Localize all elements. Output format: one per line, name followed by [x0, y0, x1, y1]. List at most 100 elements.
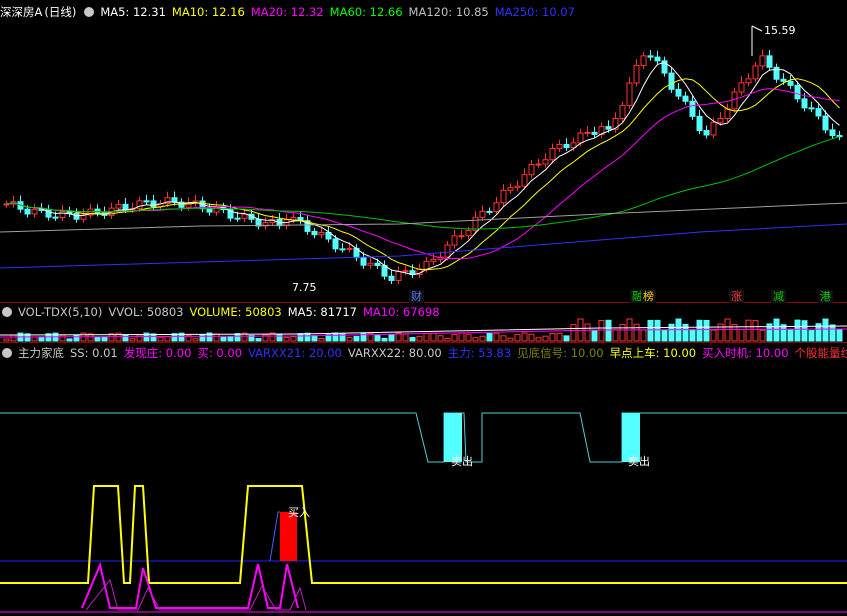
volume-bar: [493, 332, 500, 342]
volume-bar: [647, 319, 654, 342]
volume-bar: [556, 332, 563, 342]
candle-body: [31, 208, 38, 215]
indicator-legend-item-6: 主力: 53.83: [447, 346, 512, 360]
candle-body: [577, 132, 584, 144]
indicator-legend-item-3: 买: 0.00: [197, 346, 243, 360]
volume-bar: [703, 319, 710, 342]
candle-body: [59, 210, 66, 219]
volume-bar: [745, 319, 752, 342]
gear-icon[interactable]: [2, 348, 12, 358]
candle-body: [591, 131, 598, 135]
candle-body: [724, 108, 731, 119]
ma-line-60: [6, 136, 840, 230]
candle-body: [745, 78, 752, 84]
candle-body: [465, 229, 472, 237]
candle-body: [766, 55, 773, 68]
volume-bar: [73, 334, 80, 342]
volume-bar: [633, 323, 640, 342]
candle-body: [52, 216, 59, 219]
volume-bar: [549, 332, 556, 342]
candle-body: [458, 235, 465, 238]
volume-bar: [570, 324, 577, 342]
candle-body: [815, 108, 822, 117]
candle-body: [339, 248, 346, 251]
volume-bar: [619, 323, 626, 342]
candle-body: [486, 210, 493, 213]
volume-bar: [283, 336, 290, 342]
volume-bar: [94, 336, 101, 342]
candle-body: [500, 189, 507, 204]
volume-bar: [500, 335, 507, 342]
candle-body: [801, 98, 808, 109]
event-tag-4[interactable]: 减: [771, 290, 786, 303]
candle-body: [542, 159, 549, 165]
buy-label: 买入: [288, 506, 310, 519]
ma-line-20: [6, 88, 840, 260]
volume-bar: [640, 329, 647, 342]
candle-body: [647, 55, 654, 58]
panel-divider: [0, 342, 847, 343]
indicator-legend-item-7: 见底信号: 10.00: [517, 346, 604, 360]
volume-bar: [836, 328, 843, 342]
event-tag-5[interactable]: 港: [818, 290, 833, 303]
gear-icon[interactable]: [2, 307, 12, 317]
volume-bar: [724, 318, 731, 342]
volume-bar: [220, 336, 227, 342]
candle-body: [206, 208, 213, 213]
candle-body: [507, 187, 514, 191]
candle-body: [794, 84, 801, 100]
candle-body: [332, 238, 339, 250]
candle-body: [759, 55, 766, 67]
candle-body: [584, 131, 591, 134]
candle-body: [521, 174, 528, 187]
candle-body: [717, 117, 724, 123]
volume-bar: [381, 337, 388, 342]
candle-body: [430, 258, 437, 262]
magenta-signal-line: [81, 561, 299, 609]
volume-bar: [563, 335, 570, 342]
volume-legend-item-4: MA10: 67698: [362, 305, 440, 319]
candle-body: [367, 262, 374, 266]
volume-bar: [311, 335, 318, 342]
candle-body: [388, 275, 395, 281]
volume-bar: [465, 333, 472, 342]
volume-bar: [759, 329, 766, 342]
volume-bar: [787, 328, 794, 342]
candle-body: [73, 213, 80, 220]
volume-bar: [423, 333, 430, 342]
event-tag-3[interactable]: 涨: [729, 290, 744, 303]
volume-bar: [374, 335, 381, 342]
event-tag-0[interactable]: 财: [409, 290, 424, 303]
volume-bar: [437, 335, 444, 342]
ma-line-5: [6, 61, 840, 276]
candle-body: [640, 55, 647, 66]
candle-body: [654, 56, 661, 62]
volume-legend-item-1: VVOL: 50803: [108, 305, 184, 319]
volume-bar: [542, 335, 549, 342]
indicator-legend-item-10: 个股能量线: 31.: [794, 346, 847, 360]
candle-body: [122, 203, 129, 210]
volume-bar: [472, 337, 479, 342]
candle-body: [444, 244, 451, 258]
volume-legend: VOL-TDX(5,10) VVOL: 50803 VOLUME: 50803 MA5…: [18, 305, 446, 319]
event-tag-2[interactable]: 榜: [641, 290, 656, 303]
candle-body: [479, 210, 486, 218]
volume-bar: [38, 336, 45, 342]
indicator-legend-item-1: SS: 0.01: [70, 346, 118, 360]
candle-body: [493, 202, 500, 212]
candle-body: [682, 95, 689, 102]
candle-body: [710, 121, 717, 136]
volume-bar: [318, 337, 325, 342]
volume-bar: [59, 334, 66, 342]
candle-body: [549, 148, 556, 161]
candle-body: [780, 78, 787, 82]
candle-body: [808, 107, 815, 110]
indicator-panel-header: 主力家底 SS: 0.01 发现庄: 0.00 买: 0.00 VARXX21: 20.…: [0, 345, 847, 361]
sell-label: 卖出: [628, 455, 650, 468]
volume-panel-header: VOL-TDX(5,10) VVOL: 50803 VOLUME: 50803 MA5…: [0, 304, 847, 320]
volume-bar: [654, 319, 661, 342]
volume-bar: [31, 336, 38, 342]
magenta-signal-line-2: [85, 578, 307, 611]
candle-body: [731, 91, 738, 110]
indicator-legend-item-9: 买入时机: 10.00: [702, 346, 789, 360]
